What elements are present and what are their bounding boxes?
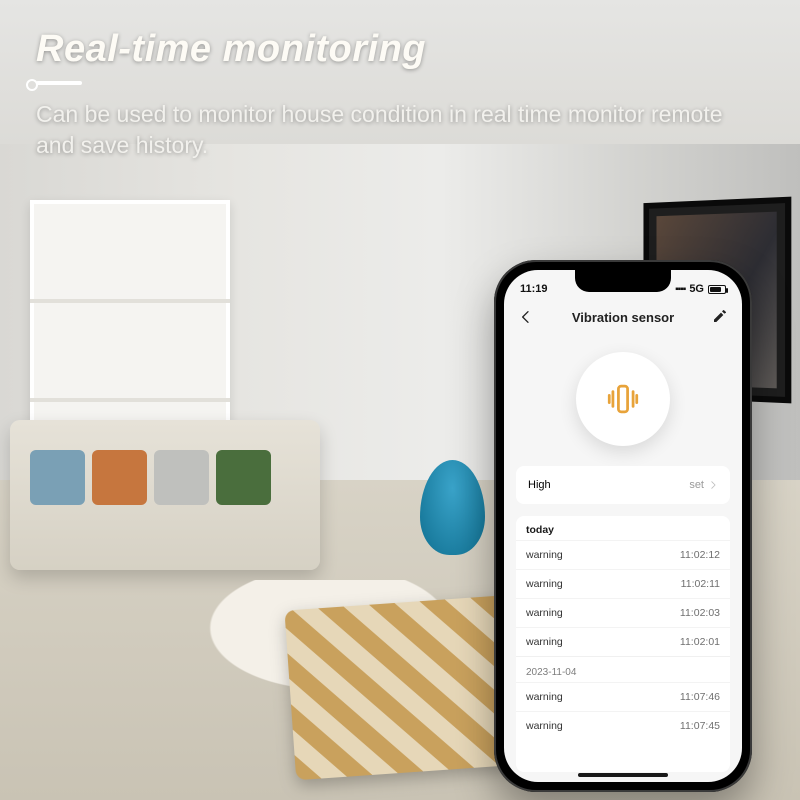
edit-button[interactable] [712, 308, 730, 326]
pillow-decoration [216, 450, 271, 505]
sofa [10, 420, 320, 570]
history-today-header: today [516, 516, 730, 540]
network-label: 5G [689, 283, 704, 295]
vibration-icon [601, 377, 645, 421]
history-row-time: 11:02:12 [680, 549, 720, 561]
title-underline [36, 81, 82, 85]
sensitivity-label: High [528, 479, 551, 491]
sensor-status-circle[interactable] [576, 352, 670, 446]
sensitivity-value: set [689, 479, 704, 491]
sensitivity-row[interactable]: High set [516, 466, 730, 504]
phone-notch [575, 270, 671, 292]
history-date-header: 2023-11-04 [516, 656, 730, 682]
history-row-label: warning [526, 549, 563, 561]
hero-title: Real-time monitoring [36, 28, 760, 71]
hero-description: Can be used to monitor house condition i… [36, 99, 760, 161]
history-row[interactable]: warning 11:07:46 [516, 682, 730, 711]
history-row-time: 11:02:11 [681, 578, 720, 590]
history-row[interactable]: warning 11:02:12 [516, 540, 730, 569]
screen-title: Vibration sensor [572, 310, 674, 325]
back-button[interactable] [516, 307, 536, 327]
history-row-time: 11:07:45 [680, 720, 720, 732]
phone-screen: 11:19 ▪▪▪▪ 5G Vibration sensor [504, 270, 742, 782]
sensor-status-hero [504, 334, 742, 460]
pillow-decoration [30, 450, 85, 505]
history-row-label: warning [526, 607, 563, 619]
chevron-right-icon [708, 480, 718, 490]
history-row-label: warning [526, 720, 563, 732]
pencil-icon [712, 308, 728, 324]
history-row[interactable]: warning 11:02:11 [516, 569, 730, 598]
vase-decoration [420, 460, 485, 555]
home-indicator[interactable] [578, 773, 668, 777]
history-row-label: warning [526, 691, 563, 703]
pillow-decoration [154, 450, 209, 505]
history-row-time: 11:02:01 [680, 636, 720, 648]
signal-icon: ▪▪▪▪ [675, 284, 685, 295]
pillow-decoration [92, 450, 147, 505]
history-row[interactable]: warning 11:02:03 [516, 598, 730, 627]
history-row[interactable]: warning 11:02:01 [516, 627, 730, 656]
history-panel: today warning 11:02:12 warning 11:02:11 … [516, 516, 730, 772]
history-row-time: 11:02:03 [680, 607, 720, 619]
history-row-time: 11:07:46 [680, 691, 720, 703]
history-row-label: warning [526, 578, 563, 590]
phone-mockup: 11:19 ▪▪▪▪ 5G Vibration sensor [494, 260, 752, 792]
status-time: 11:19 [520, 283, 548, 295]
history-row[interactable]: warning 11:07:45 [516, 711, 730, 740]
chevron-left-icon [518, 309, 534, 325]
battery-icon [708, 285, 726, 294]
app-nav-bar: Vibration sensor [504, 300, 742, 334]
history-row-label: warning [526, 636, 563, 648]
